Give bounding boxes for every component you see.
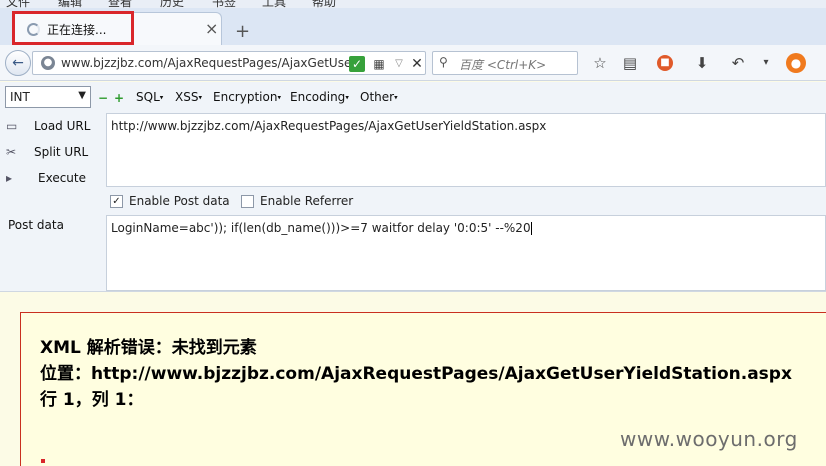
menu-item-tools[interactable]: 工具 [262,0,286,8]
back-arrow-icon[interactable]: ← [5,50,31,76]
undo-dropdown-icon[interactable]: ▾ [756,53,776,73]
menu-item-view[interactable]: 查看 [108,0,132,8]
navigation-bar: ← ● www.bjzzjbz.com/AjaxRequestPages/Aja… [0,45,826,81]
annotation-highlight-box [12,11,134,45]
stop-loading-icon[interactable]: ✕ [409,56,425,72]
menu-item-help[interactable]: 帮助 [312,0,336,8]
menu-item-bookmarks[interactable]: 书签 [212,0,236,8]
post-data-label: Post data [8,218,64,232]
type-select-value: INT [10,90,30,104]
close-tab-icon[interactable]: × [205,19,218,38]
search-input[interactable]: 百度 <Ctrl+K> [459,56,546,73]
post-data-textarea[interactable]: LoginName=abc')); if(len(db_name()))>=7 … [106,215,826,291]
globe-icon: ● [41,56,55,70]
menu-item-history[interactable]: 历史 [160,0,184,8]
post-data-value: LoginName=abc')); if(len(db_name()))>=7 … [111,221,531,235]
reader-list-icon[interactable]: ▤ [620,53,640,73]
menu-sql[interactable]: SQL▾ [136,90,163,104]
download-arrow-icon[interactable]: ⬇ [692,53,712,73]
undo-icon[interactable]: ↶ [728,53,748,73]
menu-item-edit[interactable]: 编辑 [58,0,82,8]
new-tab-icon[interactable]: + [235,21,250,42]
menu-xss[interactable]: XSS▾ [175,90,202,104]
increase-icon[interactable]: + [114,91,124,105]
search-icon: ⚲ [439,55,448,69]
hackbar-toolbar: INT ▼ − + SQL▾ XSS▾ Encryption▾ Encoding… [0,82,826,112]
enable-referrer-label: Enable Referrer [260,194,354,208]
scissors-icon: ✂ [6,145,17,159]
search-bar[interactable]: ⚲ 百度 <Ctrl+K> [432,51,578,75]
execute-button[interactable]: ▸ Execute [0,167,106,191]
address-bar[interactable]: ● www.bjzzjbz.com/AjaxRequestPages/AjaxG… [32,51,426,75]
watermark-text: www.wooyun.org [620,427,798,451]
chevron-down-icon[interactable]: ▽ [391,56,407,72]
text-cursor [530,222,532,235]
load-url-button[interactable]: ▭ Load URL [0,115,106,139]
url-textarea[interactable]: http://www.bjzzjbz.com/AjaxRequestPages/… [106,113,826,187]
menu-item-file[interactable]: 文件 [6,0,30,8]
shield-icon[interactable]: ✓ [349,56,365,72]
load-url-icon: ▭ [6,119,18,133]
error-heading: XML 解析错误：未找到元素 [40,338,257,358]
menu-other[interactable]: Other▾ [360,90,398,104]
error-line-column: 行 1，列 1： [40,390,144,410]
decrease-icon[interactable]: − [98,91,108,105]
bookmark-star-icon[interactable]: ☆ [590,53,610,73]
enable-post-label: Enable Post data [129,194,230,208]
menu-encoding[interactable]: Encoding▾ [290,90,349,104]
type-select[interactable]: INT ▼ [5,86,91,108]
menu-encryption[interactable]: Encryption▾ [213,90,281,104]
qr-code-icon[interactable]: ▦ [371,56,387,72]
play-icon: ▸ [6,171,13,185]
chevron-down-icon: ▼ [78,90,86,101]
security-lock-icon[interactable]: ■ [657,55,673,71]
enable-post-checkbox[interactable]: ✓ [110,195,123,208]
error-location: 位置：http://www.bjzzjbz.com/AjaxRequestPag… [40,364,792,384]
firefox-menu-icon[interactable]: ● [786,53,806,73]
error-marker [41,459,45,463]
address-input[interactable]: www.bjzzjbz.com/AjaxRequestPages/AjaxGet… [61,56,373,70]
menu-bar: 文件 编辑 查看 历史 书签 工具 帮助 [0,0,826,8]
enable-referrer-checkbox[interactable] [241,195,254,208]
split-url-button[interactable]: ✂ Split URL [0,141,106,165]
hackbar-panel: ▭ Load URL ✂ Split URL ▸ Execute http://… [0,112,826,292]
